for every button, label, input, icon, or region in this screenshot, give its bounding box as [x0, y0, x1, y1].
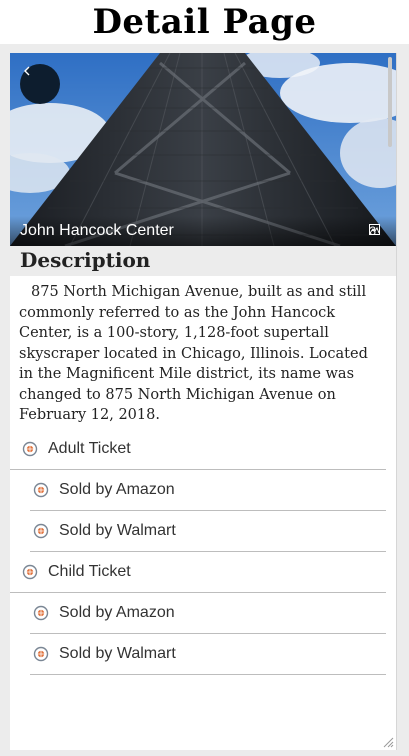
seller-label: Sold by Walmart	[59, 522, 176, 539]
resize-handle-icon[interactable]	[382, 736, 394, 748]
seller-item[interactable]: Sold by Walmart	[30, 634, 386, 675]
page-title: Detail Page	[92, 2, 317, 42]
ticket-icon	[22, 564, 38, 580]
chevron-left-icon	[24, 66, 30, 76]
seller-icon	[33, 605, 49, 621]
seller-icon	[33, 482, 49, 498]
seller-icon	[33, 523, 49, 539]
seller-label: Sold by Walmart	[59, 645, 176, 662]
ticket-label: Child Ticket	[48, 563, 131, 580]
hero-title: John Hancock Center	[20, 222, 174, 239]
ticket-adult[interactable]: Adult Ticket	[10, 429, 386, 470]
description-header: Description	[10, 246, 396, 276]
detail-panel: John Hancock Center 3 Description 875 No…	[10, 53, 397, 750]
seller-item[interactable]: Sold by Amazon	[30, 593, 386, 634]
seller-item[interactable]: Sold by Walmart	[30, 511, 386, 552]
gallery-icon	[369, 224, 381, 235]
ticket-list: Adult Ticket Sold by Amazon Sold by Walm…	[10, 429, 386, 675]
back-button[interactable]	[20, 64, 60, 104]
hero-image[interactable]: John Hancock Center 3	[10, 53, 396, 246]
ticket-label: Adult Ticket	[48, 440, 131, 457]
image-scrollbar[interactable]	[388, 57, 392, 147]
description-text: 875 North Michigan Avenue, built as and …	[19, 284, 368, 423]
seller-item[interactable]: Sold by Amazon	[30, 470, 386, 511]
photo-count[interactable]: 3	[369, 224, 381, 238]
content-frame: John Hancock Center 3 Description 875 No…	[0, 44, 409, 756]
ticket-icon	[22, 441, 38, 457]
ticket-child[interactable]: Child Ticket	[10, 552, 386, 593]
seller-label: Sold by Amazon	[59, 604, 175, 621]
description-heading: Description	[20, 248, 151, 272]
seller-icon	[33, 646, 49, 662]
seller-label: Sold by Amazon	[59, 481, 175, 498]
